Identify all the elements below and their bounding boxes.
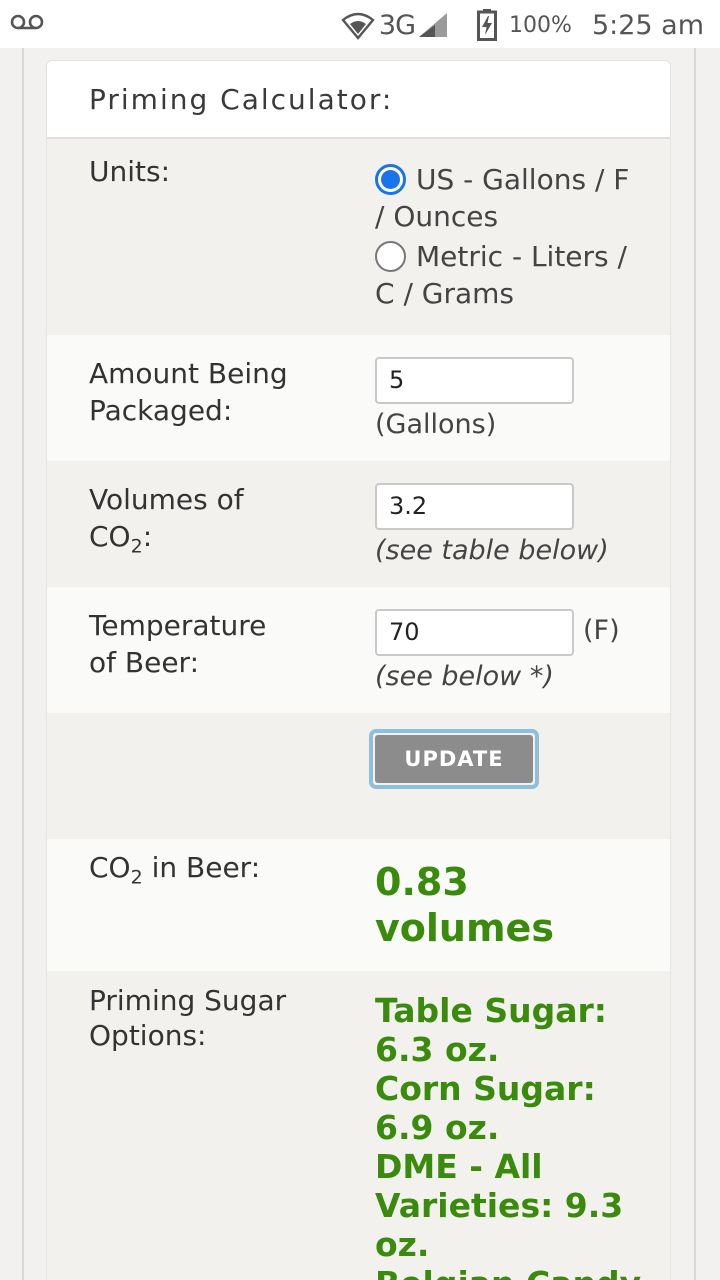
corn-sugar-label: Corn Sugar: [375, 1069, 596, 1108]
temperature-row: Temperature of Beer: 70 (F) (see below *… [47, 587, 670, 713]
amount-unit: (Gallons) [375, 409, 497, 440]
volumes-label-line2: CO2: [89, 520, 153, 558]
units-option-us-cont: / Ounces [375, 198, 629, 235]
card-header: Priming Calculator: [47, 61, 670, 139]
priming-calculator-card: Priming Calculator: Units: US - Gallons … [46, 60, 671, 1280]
temperature-unit: (F) [583, 615, 620, 646]
network-type: 3G [378, 9, 416, 41]
amount-label: Amount Being Packaged: [89, 355, 288, 429]
volumes-label-line1: Volumes of [89, 483, 244, 516]
battery-charging-icon [477, 9, 498, 41]
update-button[interactable]: UPDATE [375, 735, 533, 783]
volumes-input[interactable]: 3.2 [375, 483, 574, 530]
update-button-focus-ring: UPDATE [369, 729, 539, 789]
units-row: Units: US - Gallons / F / Ounces Metric … [47, 139, 670, 335]
temperature-input[interactable]: 70 [375, 609, 574, 656]
radio-us-selected[interactable] [375, 164, 406, 195]
units-option-us-label-cont: / Ounces [375, 200, 499, 233]
clock: 5:25 am [591, 9, 704, 41]
temperature-hint: (see below *) [375, 661, 554, 692]
belgian-candy-label: Belgian Candy [375, 1264, 641, 1280]
table-sugar-value: 6.3 oz. [375, 1030, 500, 1069]
wifi-signal-icon [341, 12, 375, 40]
volumes-hint: (see table below) [375, 535, 609, 566]
page-border-left [22, 48, 24, 1280]
corn-sugar-value: 6.9 oz. [375, 1108, 500, 1147]
units-option-metric-cont: C / Grams [375, 275, 629, 312]
units-option-metric-label: Metric - Liters / [416, 240, 627, 273]
units-radio-group: US - Gallons / F / Ounces Metric - Liter… [375, 161, 629, 312]
priming-sugar-results: Table Sugar: 6.3 oz. Corn Sugar: 6.9 oz.… [375, 991, 641, 1280]
units-option-metric-label-cont: C / Grams [375, 277, 515, 310]
page-title: Priming Calculator: [89, 82, 394, 116]
amount-input[interactable]: 5 [375, 357, 574, 404]
cell-signal-icon [419, 13, 448, 37]
units-option-metric[interactable]: Metric - Liters / [375, 238, 629, 275]
priming-sugar-label-line1: Priming Sugar [89, 984, 287, 1017]
page-border-right [694, 48, 696, 1280]
amount-label-line2: Packaged: [89, 394, 233, 427]
temperature-label-line1: Temperature [89, 609, 267, 642]
table-sugar-label: Table Sugar: [375, 991, 607, 1030]
units-option-us-label: US - Gallons / F [416, 163, 630, 196]
temperature-label-line2: of Beer: [89, 646, 200, 679]
volumes-row: Volumes of CO2: 3.2 (see table below) [47, 461, 670, 587]
priming-sugar-label-line2: Options: [89, 1019, 207, 1052]
dme-label: DME - All [375, 1147, 543, 1186]
temperature-label: Temperature of Beer: [89, 607, 266, 681]
radio-metric[interactable] [375, 241, 406, 272]
co2-result-label: CO2 in Beer: [89, 851, 261, 889]
co2-result-unit: volumes [375, 906, 554, 950]
update-row: UPDATE [47, 713, 670, 839]
voicemail-icon [10, 14, 44, 30]
co2-result-number: 0.83 [375, 860, 469, 904]
amount-row: Amount Being Packaged: 5 (Gallons) [47, 335, 670, 461]
units-label: Units: [89, 155, 171, 188]
co2-result-row: CO2 in Beer: 0.83 volumes [47, 839, 670, 971]
priming-sugar-label: Priming Sugar Options: [89, 983, 286, 1053]
co2-result-value: 0.83 volumes [375, 859, 554, 951]
dme-value: Varieties: 9.3 [375, 1186, 624, 1225]
volumes-label: Volumes of CO2: [89, 481, 244, 566]
units-option-us[interactable]: US - Gallons / F [375, 161, 629, 198]
battery-percent: 100% [509, 12, 572, 38]
status-bar: 3G 100% 5:25 am [0, 0, 720, 48]
amount-label-line1: Amount Being [89, 357, 288, 390]
priming-sugar-row: Priming Sugar Options: Table Sugar: 6.3 … [47, 971, 670, 1280]
dme-value-unit: oz. [375, 1225, 430, 1264]
